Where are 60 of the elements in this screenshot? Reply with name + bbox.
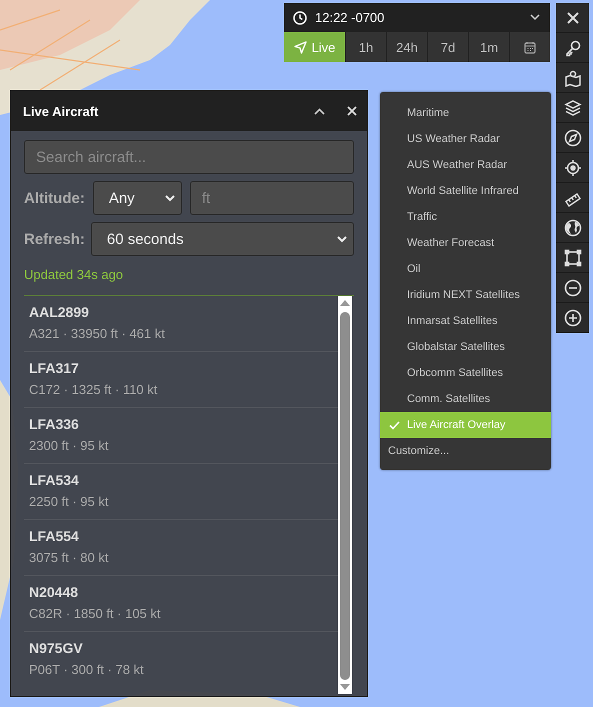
callsign-text: N20448: [29, 584, 80, 600]
time-text: 12:22 -0700: [315, 10, 386, 25]
collapse-icon[interactable]: [314, 108, 325, 114]
layers-icon: [564, 98, 582, 116]
caret-icon: [337, 236, 347, 242]
layer-item[interactable]: Comm. Satellites: [380, 386, 551, 412]
aircraft-item[interactable]: N975GV P06T · 300 ft · 78 kt: [24, 632, 338, 688]
navigation-icon: [294, 40, 307, 54]
flight-details: C172 · 1325 ft · 110 kt: [29, 382, 158, 397]
callsign-text: AAL2899: [29, 304, 90, 320]
update-status: Updated 34s ago: [24, 266, 124, 284]
search-field[interactable]: Search aircraft...: [24, 140, 354, 174]
calendar-button[interactable]: [509, 32, 550, 62]
layer-item[interactable]: Inmarsat Satellites: [380, 308, 551, 334]
range-tab[interactable]: 24h: [386, 32, 427, 62]
map-icon: [564, 68, 582, 86]
flight-details: 3075 ft · 80 kt: [29, 550, 110, 565]
layer-item[interactable]: Weather Forecast: [380, 230, 551, 256]
layer-item[interactable]: Globalstar Satellites: [380, 334, 551, 360]
refresh-select[interactable]: 60 seconds: [90, 222, 354, 256]
flight-details: P06T · 300 ft · 78 kt: [29, 662, 145, 677]
zoom-in-icon: [564, 308, 582, 326]
square-icon: [564, 248, 582, 266]
layer-item[interactable]: Orbcomm Satellites: [380, 360, 551, 386]
layer-item[interactable]: AUS Weather Radar: [380, 152, 551, 178]
flight-details: A321 · 33950 ft · 461 kt: [29, 326, 166, 341]
layer-item[interactable]: World Satellite Infrared: [380, 178, 551, 204]
layer-item[interactable]: Maritime: [380, 100, 551, 126]
target-icon: [564, 158, 582, 176]
customize-item[interactable]: Customize...: [380, 438, 551, 464]
key-icon: [564, 38, 582, 56]
callsign-text: LFA534: [29, 472, 80, 488]
layer-item[interactable]: Traffic: [380, 204, 551, 230]
layer-item[interactable]: Iridium NEXT Satellites: [380, 282, 551, 308]
altitude-field[interactable]: ft: [190, 181, 354, 215]
close-icon[interactable]: [347, 106, 357, 116]
panel-title: Live Aircraft: [23, 104, 100, 118]
compass-icon: [564, 128, 582, 146]
layer-item[interactable]: Oil: [380, 256, 551, 282]
globe-icon: [564, 218, 582, 236]
check-icon: [389, 421, 400, 430]
range-tab[interactable]: 7d: [427, 32, 468, 62]
refresh-label: Refresh:: [24, 230, 85, 248]
flight-details: 2300 ft · 95 kt: [29, 438, 110, 453]
range-tab[interactable]: 1m: [468, 32, 509, 62]
calendar-icon: [524, 40, 536, 54]
flight-details: C82R · 1850 ft · 105 kt: [29, 606, 162, 621]
altitude-label: Altitude:: [24, 190, 85, 206]
caret-icon: [164, 194, 175, 202]
layer-item[interactable]: US Weather Radar: [380, 126, 551, 152]
range-tab[interactable]: 1h: [345, 32, 386, 62]
altitude-select[interactable]: Any: [92, 181, 182, 215]
callsign-text: LFA317: [29, 360, 80, 376]
callsign-text: N975GV: [29, 640, 84, 656]
zoom-out-icon: [564, 278, 582, 296]
callsign-text: LFA554: [29, 528, 80, 544]
chevron-icon[interactable]: [530, 14, 540, 21]
clock-icon: [293, 10, 307, 24]
callsign-text: LFA336: [29, 416, 80, 432]
flight-details: 2250 ft · 95 kt: [29, 494, 110, 509]
